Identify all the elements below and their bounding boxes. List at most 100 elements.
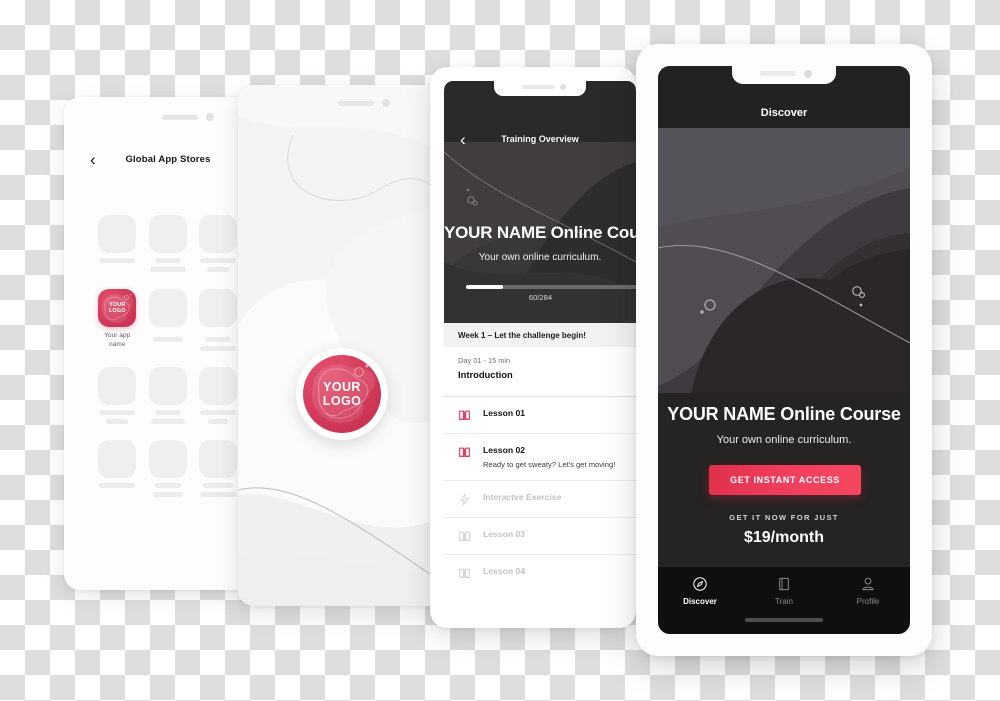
nav-item-train[interactable]: Train [742,567,826,615]
cta-label: GET INSTANT ACCESS [730,475,840,485]
list-item[interactable]: Lesson 04 [444,554,636,591]
phone3-notch [494,81,586,96]
your-logo-circle: YOUR LOGO [303,355,381,433]
lesson-text: Lesson 03 [483,529,636,539]
lesson-text: Lesson 01 [483,408,636,418]
price-eyebrow: GET IT NOW FOR JUST [729,513,839,522]
lesson-text: Lesson 02 Ready to get sweaty? Let's get… [483,445,636,469]
app-label-bar [200,258,237,263]
app-icon-placeholder [98,367,137,405]
lesson-list: Lesson 01 Lesson 02 Ready to get sweaty?… [444,396,636,591]
app-tile-placeholder[interactable] [193,289,244,351]
book-closed-icon [779,577,789,591]
course-hero: YOUR NAME Online Course Your own online … [444,142,636,323]
phone-2-splash: YOUR LOGO [238,85,446,606]
lesson-title: Lesson 03 [483,529,526,539]
app-label-bar [150,419,185,424]
lesson-subtitle: Ready to get sweaty? Let's get moving! [483,460,616,469]
course-subtitle: Your own online curriculum. [478,252,602,263]
front-camera [206,113,214,121]
app-label-bar [99,258,136,263]
nav-label: Discover [683,597,717,606]
app-icon-placeholder [148,289,187,327]
week-header: Week 1 – Let the challenge begin! [444,323,636,347]
app-label-bar [152,337,183,342]
book-icon [459,447,470,457]
front-camera [804,70,812,78]
app-icon-placeholder [148,367,187,405]
app-tile-placeholder[interactable] [143,289,194,351]
compass-icon [693,577,707,591]
app-icon-placeholder [199,367,238,405]
lightning-icon [460,493,469,506]
person-icon [862,577,874,591]
app-icon-logo-text: YOUR LOGO [108,301,126,314]
speaker-grille [338,101,374,106]
day-meta: Day 01 - 15 min [458,356,511,365]
phone3-screen: ‹ Training Overview YOUR NAME Online Cou… [444,81,636,614]
book-icon [459,568,470,578]
lesson-title: Lesson 04 [483,566,526,576]
day-section: Day 01 - 15 min Introduction [458,356,513,380]
mockup-stage: ‹ Global App Stores YOUR LOGO Your app n… [0,0,1000,701]
app-label-bar [149,267,186,272]
app-tile-placeholder[interactable] [92,367,143,424]
nav-label: Train [775,597,793,606]
page-title: Discover [760,107,808,119]
book-icon [459,531,470,541]
app-tile-placeholder[interactable] [143,215,194,273]
offer-panel: YOUR NAME Online Course Your own online … [658,393,910,567]
get-instant-access-button[interactable]: GET INSTANT ACCESS [709,465,861,495]
phone-4-discover: Discover YOUR NAME Online Course Your ow… [636,44,932,656]
app-label-bar [203,483,234,488]
app-label-bar [99,483,136,488]
list-item[interactable]: Lesson 03 [444,517,636,554]
bottom-nav: Discover Train Profile [658,567,910,634]
speaker-grille [760,71,796,76]
progress-label: 60/284 [528,293,553,302]
home-indicator[interactable] [745,618,823,622]
app-icon-placeholder [199,440,238,478]
week-label: Week 1 – Let the challenge begin! [458,330,586,340]
phone4-notch [732,66,836,84]
app-tile-placeholder[interactable] [143,440,194,497]
nav-item-discover[interactable]: Discover [658,567,742,615]
app-tile-placeholder[interactable] [143,367,194,424]
app-label-bar [106,419,129,424]
app-icon-placeholder [199,289,238,327]
app-label-bar [205,337,232,342]
front-camera [560,84,566,90]
app-tile-placeholder[interactable] [193,440,244,497]
progress-bar [466,285,636,289]
phone-3-training-overview: ‹ Training Overview YOUR NAME Online Cou… [430,67,636,628]
brand-logo-badge: YOUR LOGO [296,348,388,440]
app-tile-placeholder[interactable] [92,215,143,273]
speaker-grille [522,85,554,89]
discover-hero-art [658,128,910,393]
app-icon-placeholder [199,215,238,253]
app-icon-placeholder [98,215,137,253]
your-app-name-label: Your app name [104,332,131,348]
app-tile-placeholder[interactable] [193,367,244,424]
app-grid: YOUR LOGO Your app name [92,215,244,513]
lesson-title: Interactve Exercise [483,492,562,502]
your-logo-app-icon: YOUR LOGO [98,289,137,327]
list-item[interactable]: Lesson 02 Ready to get sweaty? Let's get… [444,433,636,480]
logo-text: YOUR LOGO [322,379,362,408]
app-label-bar [200,492,237,497]
app-tile-your-app[interactable]: YOUR LOGO Your app name [92,289,143,351]
app-tile-placeholder[interactable] [193,215,244,273]
app-icon-placeholder [148,440,187,478]
front-camera [382,99,390,107]
phone4-screen: Discover YOUR NAME Online Course Your ow… [658,66,910,634]
list-item[interactable]: Interactve Exercise [444,480,636,517]
app-label-bar [154,410,181,415]
app-label-bar [200,346,237,351]
list-item[interactable]: Lesson 01 [444,396,636,433]
app-tile-placeholder[interactable] [92,440,143,497]
app-icon-placeholder [148,215,187,253]
nav-item-profile[interactable]: Profile [826,567,910,615]
course-title: YOUR NAME Online Course [444,223,636,242]
lesson-title: Lesson 01 [483,408,526,418]
app-icon-placeholder [98,440,137,478]
